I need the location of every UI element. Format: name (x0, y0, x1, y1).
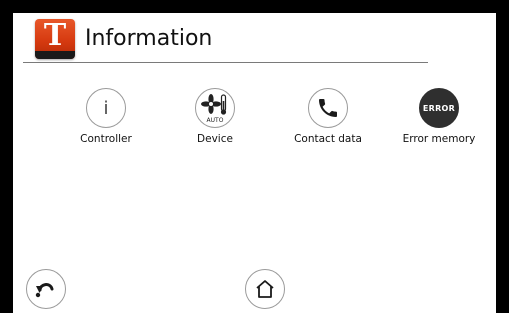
fan-thermometer-icon: AUTO (201, 94, 227, 124)
back-circle (26, 269, 66, 309)
phone-icon (319, 99, 337, 117)
device-label: Device (197, 133, 233, 145)
home-button[interactable] (245, 269, 285, 309)
contact-data-tile[interactable]: Contact data (273, 88, 383, 145)
info-icon: i (103, 97, 109, 119)
page-title: Information (85, 26, 213, 51)
device-button[interactable]: AUTO (195, 88, 235, 128)
controller-tile[interactable]: i Controller (51, 88, 161, 145)
logo-letter: T (43, 19, 67, 53)
controller-button[interactable]: i (86, 88, 126, 128)
device-tile[interactable]: AUTO Device (160, 88, 270, 145)
contact-data-button[interactable] (308, 88, 348, 128)
error-memory-tile[interactable]: ERROR Error memory (384, 88, 494, 145)
controller-label: Controller (80, 133, 132, 145)
error-memory-button[interactable]: ERROR (419, 88, 459, 128)
header-divider (23, 62, 428, 63)
auto-text: AUTO (207, 117, 224, 124)
back-button[interactable] (26, 269, 66, 309)
contact-data-label: Contact data (294, 133, 362, 145)
error-memory-label: Error memory (402, 133, 476, 145)
home-icon (256, 280, 274, 298)
error-icon: ERROR (422, 103, 456, 113)
brand-logo: T (35, 19, 75, 59)
information-screen: T Information i Controller AUTO Device C… (13, 13, 496, 313)
home-circle (245, 269, 285, 309)
logo-stripe (35, 51, 75, 59)
back-arrow-icon (35, 283, 54, 298)
